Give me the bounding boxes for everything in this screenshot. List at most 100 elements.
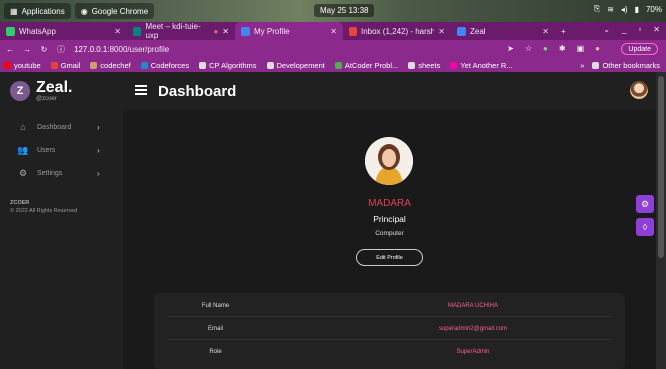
bookmark-gmail[interactable]: Gmail [50, 61, 80, 70]
chevron-right-icon: » [580, 60, 585, 70]
puzzle-icon[interactable]: ✱ [559, 44, 566, 53]
sidebar-item-label: Settings [37, 170, 63, 177]
sidebar-item-users[interactable]: 👥 Users › [17, 145, 117, 156]
main-content: Dashboard MADARA Principal Computer Edit… [123, 72, 656, 369]
chrome-label: Google Chrome [91, 6, 149, 16]
update-button[interactable]: Update [621, 43, 658, 55]
toolbar-icons: ➤ ☆ ● ✱ ▣ ● [507, 44, 600, 53]
tab-search-icon[interactable]: ⌄ [603, 25, 610, 34]
sidebar-item-settings[interactable]: ⚙ Settings › [17, 168, 117, 179]
folder-icon [592, 61, 600, 69]
applications-menu[interactable]: ▦ Applications [4, 3, 71, 19]
page-scrollbar[interactable] [656, 72, 666, 369]
tab-label: Inbox (1,242) - harshsh [360, 26, 435, 36]
chrome-icon: ◉ [80, 6, 88, 16]
clipboard-icon[interactable]: ⎘ [594, 4, 600, 14]
bookmark-star-icon[interactable]: ☆ [525, 44, 532, 53]
system-tray[interactable]: ⎘ ≋ ◂) ▮ 70% [594, 4, 662, 14]
info-icon[interactable]: ⓘ [54, 44, 68, 55]
tab-my-profile[interactable]: My Profile ✕ [235, 22, 343, 40]
url-field[interactable]: 127.0.0.1:8000/user/profile [74, 45, 169, 54]
bookmark-sheets[interactable]: sheets [408, 61, 440, 70]
close-tab-icon[interactable]: ✕ [114, 27, 121, 36]
hamburger-menu-icon[interactable] [135, 85, 147, 97]
new-tab-button[interactable]: + [555, 22, 575, 40]
bookmark-atcoder[interactable]: AtCoder Probl... [334, 61, 398, 70]
detail-key: Role [209, 349, 222, 355]
color-picker-button[interactable]: ◊ [636, 218, 654, 236]
tab-meet[interactable]: Meet – kdi-tuie-uxp ● ✕ [127, 22, 235, 40]
profile-photo [365, 137, 413, 185]
bookmark-label: sheets [418, 60, 441, 70]
detail-value: MADARA UCHIHA [447, 303, 498, 309]
gear-icon: ⚙ [640, 198, 650, 209]
edit-profile-button[interactable]: Edit Profile [356, 249, 423, 266]
brand-subtitle: @zcoer [36, 96, 57, 102]
url-path: 8000/user/profile [109, 44, 170, 54]
droplet-icon: ◊ [642, 222, 648, 232]
folder-icon [199, 61, 207, 69]
tab-whatsapp[interactable]: WhatsApp ✕ [0, 22, 127, 40]
tab-zeal[interactable]: Zeal ✕ [451, 22, 555, 40]
other-bookmarks[interactable]: » Other bookmarks [580, 61, 660, 70]
bookmark-developement[interactable]: Developement [266, 60, 325, 70]
bookmark-codeforces[interactable]: Codeforces [140, 61, 189, 70]
detail-row: Full Name MADARA UCHIHA [168, 295, 611, 317]
web-app: Z Zeal. @zcoer ⌂ Dashboard › 👥 Users › ⚙… [0, 72, 666, 369]
profile-role: Principal [373, 214, 406, 224]
close-tab-icon[interactable]: ✕ [222, 27, 229, 36]
system-clock[interactable]: May 25 13:38 [314, 4, 375, 17]
profile-name: MADARA [368, 198, 411, 209]
top-header: Dashboard [123, 72, 656, 110]
atcoder-icon [334, 61, 342, 69]
detail-key: Email [207, 326, 223, 332]
yar-icon [450, 61, 458, 69]
close-tab-icon[interactable]: ✕ [542, 27, 549, 36]
detail-value: superadmin2@gmail.com [438, 326, 508, 332]
bookmark-label: codechef [100, 60, 131, 70]
user-avatar[interactable] [630, 81, 648, 99]
forward-icon[interactable]: → [20, 45, 34, 54]
bookmark-codechef[interactable]: codechef [90, 60, 131, 70]
sidebar-footer: ZCOER © 2022 All Rights Reserved [10, 199, 77, 215]
send-icon[interactable]: ➤ [507, 44, 514, 53]
detail-row: Role SuperAdmin [168, 341, 611, 363]
scrollbar-thumb[interactable] [658, 76, 664, 258]
close-window-icon[interactable]: ✕ [653, 25, 660, 34]
theme-settings-button[interactable]: ⚙ [636, 195, 654, 213]
bookmark-youtube[interactable]: youtube [4, 61, 41, 70]
bookmark-label: youtube [14, 60, 41, 70]
close-tab-icon[interactable]: ✕ [438, 27, 445, 36]
extension-icon[interactable]: ● [543, 44, 548, 53]
settings-icon: ⚙ [18, 168, 28, 178]
volume-icon[interactable]: ◂) [621, 5, 628, 14]
bookmark-yet-another[interactable]: Yet Another R... [450, 61, 513, 70]
tab-inbox[interactable]: Inbox (1,242) - harshsh ✕ [343, 22, 451, 40]
other-bookmarks-label: Other bookmarks [602, 60, 660, 70]
brand-logo: Z [10, 81, 30, 101]
back-icon[interactable]: ← [3, 45, 17, 54]
sidebar-item-dashboard[interactable]: ⌂ Dashboard › [17, 122, 117, 132]
profile-department: Computer [375, 230, 404, 237]
reload-icon[interactable]: ↻ [37, 45, 51, 54]
sidebar-toggle-icon[interactable]: ▣ [577, 44, 585, 53]
close-tab-icon[interactable]: ✕ [330, 27, 337, 36]
battery-icon[interactable]: ▮ [635, 5, 639, 14]
battery-percent: 70% [645, 4, 662, 14]
chrome-taskbar-item[interactable]: ◉ Google Chrome [74, 3, 155, 19]
maximize-icon[interactable]: ▫ [638, 25, 641, 34]
tab-label: WhatsApp [19, 26, 56, 36]
bookmarks-bar: youtube Gmail codechef Codeforces CP Alg… [0, 58, 666, 72]
globe-icon [241, 26, 250, 36]
wifi-icon[interactable]: ≋ [607, 5, 614, 14]
brand[interactable]: Z Zeal. @zcoer [10, 80, 72, 102]
os-top-bar: ▦ Applications ◉ Google Chrome May 25 13… [0, 0, 666, 22]
browser-tab-strip: WhatsApp ✕ Meet – kdi-tuie-uxp ● ✕ My Pr… [0, 22, 666, 40]
applications-icon: ▦ [10, 6, 18, 16]
bookmark-label: Developement [276, 60, 325, 70]
profile-avatar-icon[interactable]: ● [595, 44, 600, 53]
url-host: 127.0.0.1: [74, 44, 110, 54]
minimize-icon[interactable]: _ [622, 25, 626, 34]
footer-copyright: © 2022 All Rights Reserved [10, 208, 78, 214]
bookmark-cp-algorithms[interactable]: CP Algorithms [199, 61, 257, 70]
